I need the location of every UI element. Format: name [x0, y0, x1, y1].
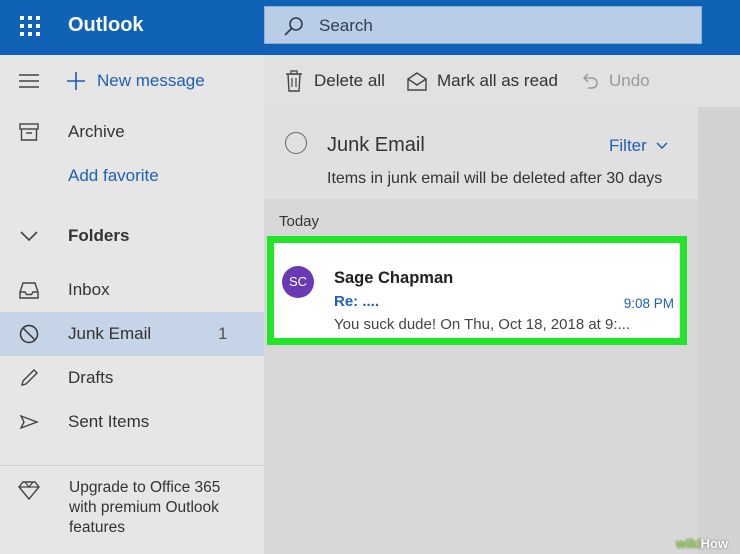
sidebar-item-label: Junk Email — [68, 324, 152, 343]
undo-label: Undo — [609, 71, 650, 90]
inbox-icon — [19, 282, 39, 299]
sidebar-item-label: Drafts — [68, 368, 114, 387]
search-icon — [284, 17, 303, 36]
folder-title: Junk Email — [327, 134, 425, 156]
app-title[interactable]: Outlook — [68, 14, 144, 37]
add-favorite-link[interactable]: Add favorite — [68, 166, 159, 186]
junk-retention-note: Items in junk email will be deleted afte… — [327, 170, 663, 187]
sidebar-item-label: Archive — [68, 122, 125, 141]
sidebar-item-archive[interactable]: Archive — [0, 110, 264, 154]
hamburger-icon[interactable] — [18, 70, 40, 92]
new-message-button[interactable]: New message — [97, 71, 205, 91]
sidebar-item-sent-items[interactable]: Sent Items — [0, 400, 264, 444]
send-icon — [19, 414, 39, 430]
chevron-down-icon — [20, 231, 38, 242]
block-icon — [19, 324, 39, 344]
message-sender: Sage Chapman — [334, 269, 454, 287]
archive-icon — [19, 123, 39, 141]
watermark-suffix: How — [700, 536, 729, 551]
message-preview: You suck dude! On Thu, Oct 18, 2018 at 9… — [334, 316, 631, 333]
pencil-icon — [21, 369, 38, 386]
search-input[interactable]: Search — [264, 6, 702, 44]
upgrade-banner[interactable]: Upgrade to Office 365 with premium Outlo… — [0, 465, 264, 554]
mark-all-read-label: Mark all as read — [437, 71, 558, 90]
filter-label: Filter — [609, 136, 647, 155]
delete-all-button[interactable]: Delete all — [284, 69, 394, 93]
message-item[interactable]: SC Sage Chapman Re: .... 9:08 PM You suc… — [267, 236, 687, 345]
wikihow-watermark: wikiHow — [676, 536, 728, 551]
top-bar: Outlook Search — [0, 0, 740, 55]
watermark-prefix: wiki — [676, 536, 701, 551]
filter-button[interactable]: Filter — [609, 136, 668, 156]
delete-all-label: Delete all — [314, 71, 385, 90]
message-time: 9:08 PM — [623, 296, 674, 311]
sidebar-item-junk-email[interactable]: Junk Email 1 — [0, 312, 264, 356]
undo-button[interactable]: Undo — [580, 69, 660, 93]
sidebar: New message Archive Add favorite Folders… — [0, 55, 264, 554]
reading-pane — [698, 107, 740, 554]
message-list-pane: Junk Email Filter Items in junk email wi… — [264, 107, 698, 554]
folder-header: Junk Email Filter Items in junk email wi… — [264, 107, 698, 199]
diamond-icon — [18, 481, 40, 500]
sidebar-item-inbox[interactable]: Inbox — [0, 268, 264, 312]
group-header-today: Today — [279, 213, 320, 230]
undo-icon — [582, 73, 598, 89]
search-placeholder: Search — [319, 16, 373, 35]
sidebar-item-label: Folders — [68, 226, 130, 245]
app-launcher-icon[interactable] — [20, 16, 40, 36]
plus-icon — [67, 72, 85, 90]
sidebar-item-folders[interactable]: Folders — [0, 214, 264, 258]
new-message-row: New message — [0, 59, 264, 103]
sidebar-item-drafts[interactable]: Drafts — [0, 356, 264, 400]
chevron-down-icon — [656, 142, 668, 150]
sidebar-item-add-favorite[interactable]: Add favorite — [0, 154, 264, 198]
upgrade-text: Upgrade to Office 365 with premium Outlo… — [69, 479, 221, 536]
sidebar-item-label: Inbox — [68, 280, 110, 299]
mark-all-read-button[interactable]: Mark all as read — [406, 69, 566, 93]
select-all-checkbox[interactable] — [285, 132, 307, 154]
message-subject: Re: .... — [334, 293, 380, 310]
avatar: SC — [282, 266, 314, 298]
open-envelope-icon — [407, 72, 427, 91]
sidebar-item-label: Sent Items — [68, 412, 150, 431]
unread-count: 1 — [218, 324, 228, 343]
trash-icon — [286, 70, 302, 92]
command-bar: Delete all Mark all as read Undo — [264, 55, 740, 107]
